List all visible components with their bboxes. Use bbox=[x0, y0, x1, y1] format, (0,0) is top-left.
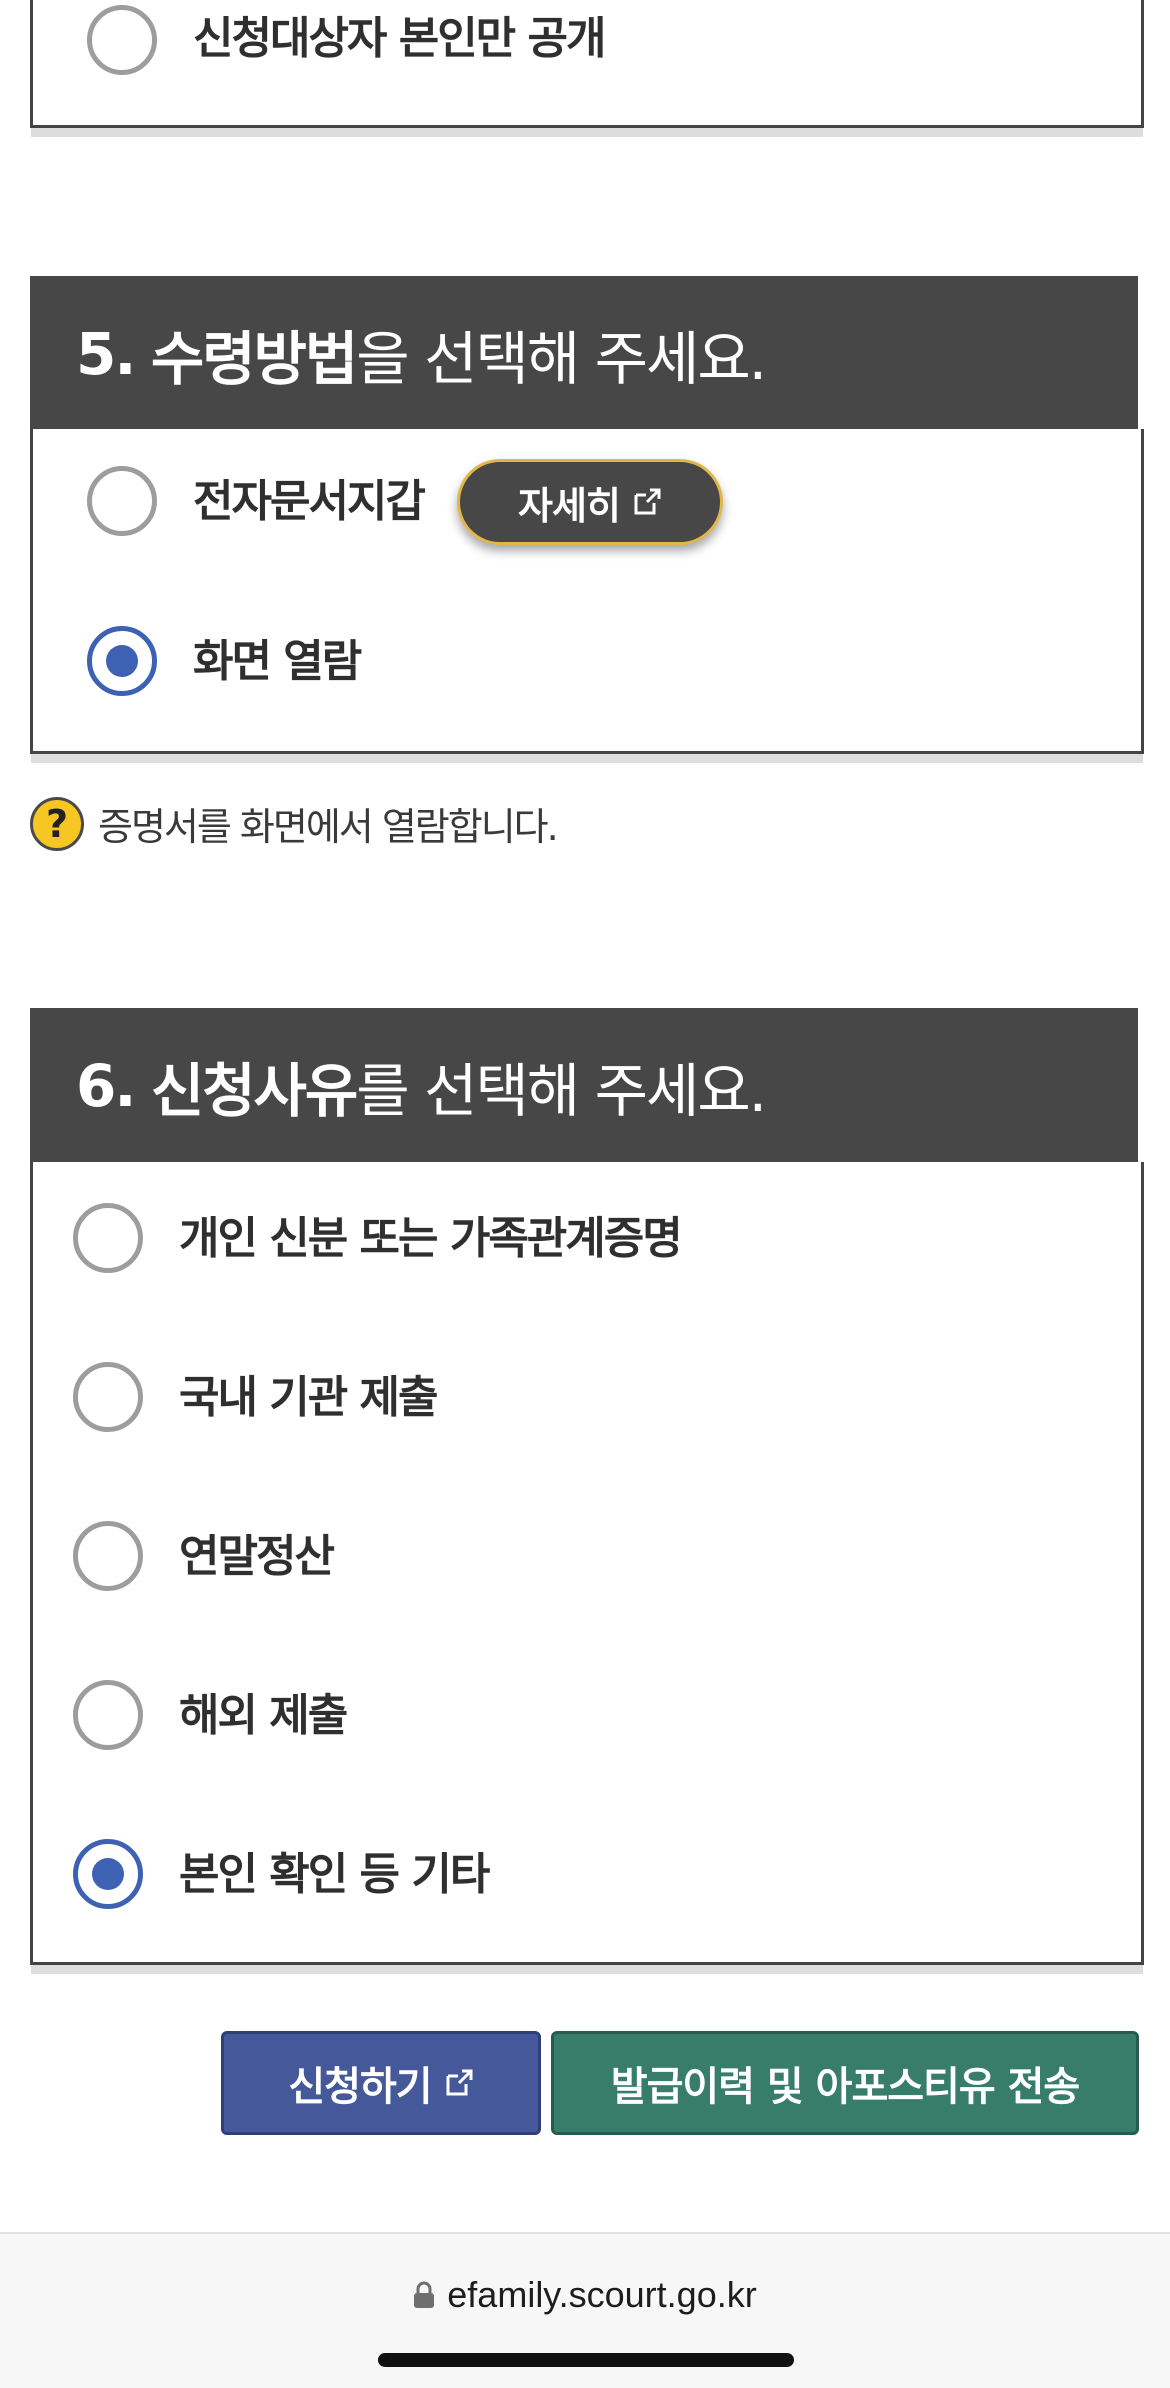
radio-overseas[interactable] bbox=[73, 1680, 143, 1750]
question-icon: ? bbox=[30, 796, 84, 851]
option-year-end-tax-label: 연말정산 bbox=[179, 1531, 335, 1582]
detail-button[interactable]: 자세히 bbox=[457, 459, 723, 545]
url-text: efamily.scourt.go.kr bbox=[447, 2274, 757, 2315]
home-indicator[interactable] bbox=[378, 2353, 794, 2367]
option-overseas-label: 해외 제출 bbox=[179, 1690, 348, 1741]
section5-title-rest: 을 선택해 주세요. bbox=[356, 325, 767, 393]
apply-button-label: 신청하기 bbox=[288, 2064, 432, 2110]
external-link-icon bbox=[446, 2069, 473, 2096]
section4-option-box: 신청대상자 본인만 공개 bbox=[30, 0, 1144, 128]
section6-title-bold: 신청사유 bbox=[150, 1057, 358, 1125]
section6-title-rest: 를 선택해 주세요. bbox=[356, 1057, 767, 1125]
option-domestic-label: 국내 기관 제출 bbox=[179, 1372, 439, 1423]
apply-button[interactable]: 신청하기 bbox=[221, 2031, 541, 2135]
radio-private[interactable] bbox=[87, 5, 157, 75]
section6-header: 6. 신청사유 를 선택해 주세요. bbox=[30, 1008, 1138, 1164]
radio-year-end-tax[interactable] bbox=[73, 1521, 143, 1591]
detail-button-label: 자세히 bbox=[518, 483, 621, 528]
url-display[interactable]: efamily.scourt.go.kr bbox=[0, 2274, 1170, 2316]
section6-option-box: 개인 신분 또는 가족관계증명 국내 기관 제출 연말정산 해외 제출 본인 확… bbox=[30, 1162, 1144, 1965]
section5-title-bold: 수령방법 bbox=[150, 325, 358, 393]
radio-e-wallet[interactable] bbox=[87, 466, 157, 536]
option-e-wallet-label: 전자문서지갑 bbox=[193, 476, 426, 527]
lock-icon bbox=[414, 2281, 435, 2308]
help-text: 증명서를 화면에서 열람합니다. bbox=[98, 805, 559, 849]
help-row: ? 증명서를 화면에서 열람합니다. bbox=[30, 796, 559, 851]
option-private-label: 신청대상자 본인만 공개 bbox=[193, 13, 606, 64]
radio-domestic[interactable] bbox=[73, 1362, 143, 1432]
section5-header: 5. 수령방법 을 선택해 주세요. bbox=[30, 276, 1138, 432]
option-screen-view-label: 화면 열람 bbox=[193, 636, 362, 687]
section6-number: 6. bbox=[76, 1052, 136, 1120]
radio-screen-view[interactable] bbox=[87, 626, 157, 696]
option-self-verify-other-label: 본인 확인 등 기타 bbox=[179, 1849, 490, 1900]
radio-identity-family[interactable] bbox=[73, 1203, 143, 1273]
send-button-label: 발급이력 및 아포스티유 전송 bbox=[610, 2064, 1080, 2110]
section5-number: 5. bbox=[76, 320, 136, 388]
option-identity-family-label: 개인 신분 또는 가족관계증명 bbox=[179, 1213, 683, 1264]
radio-self-verify-other[interactable] bbox=[73, 1839, 143, 1909]
external-link-icon bbox=[634, 488, 661, 515]
send-history-apostille-button[interactable]: 발급이력 및 아포스티유 전송 bbox=[551, 2031, 1139, 2135]
